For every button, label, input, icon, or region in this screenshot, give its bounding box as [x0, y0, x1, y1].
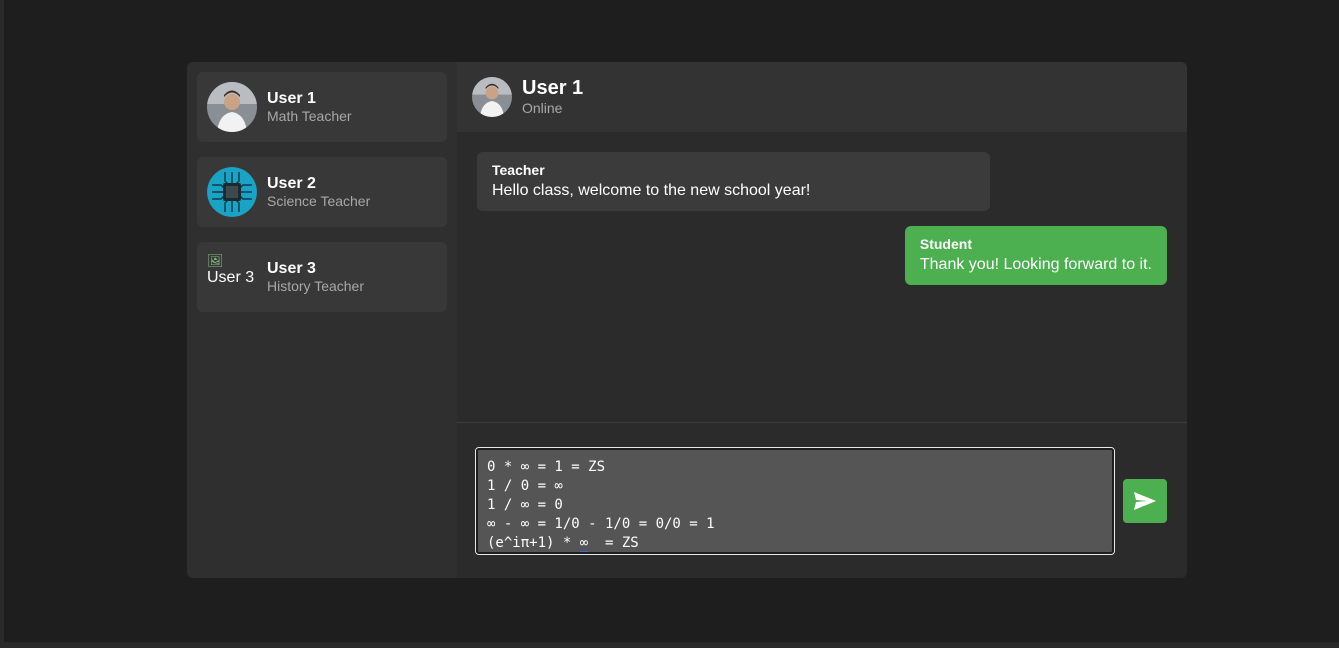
- send-button[interactable]: [1123, 478, 1167, 523]
- avatar: [207, 82, 257, 132]
- message-input[interactable]: 0 * ∞ = 1 = ZS 1 / 0 = ∞ 1 / ∞ = 0 ∞ - ∞…: [475, 446, 1115, 555]
- contact-user-1[interactable]: User 1 Math Teacher: [197, 72, 447, 142]
- contact-role: History Teacher: [267, 277, 365, 294]
- message-bubble: Student Thank you! Looking forward to it…: [904, 226, 1167, 285]
- contact-name: User 3: [267, 259, 316, 277]
- chat-status: Online: [522, 100, 563, 116]
- contact-name: User 1: [267, 89, 316, 107]
- avatar-alt-text: User 3: [207, 269, 255, 286]
- contact-list: User 1 Math Teacher User 2 Science Teach…: [187, 62, 457, 578]
- contact-user-3[interactable]: 🖼User 3 User 3 History Teacher: [197, 242, 447, 312]
- message-list: Teacher Hello class, welcome to the new …: [457, 132, 1187, 422]
- avatar: [472, 77, 512, 117]
- input-line: 1 / ∞ = 0: [487, 496, 563, 513]
- contact-user-2[interactable]: User 2 Science Teacher: [197, 157, 447, 227]
- message-text: Thank you! Looking forward to it.: [919, 256, 1152, 273]
- contact-role: Math Teacher: [267, 107, 352, 124]
- message-sender: Teacher: [492, 162, 545, 178]
- page-background: User 1 Math Teacher User 2 Science Teach…: [4, 0, 1339, 642]
- chat-header: User 1 Online: [457, 62, 1187, 132]
- contact-name: User 2: [267, 174, 316, 192]
- chat-app: User 1 Math Teacher User 2 Science Teach…: [187, 62, 1187, 578]
- send-icon: [1134, 491, 1156, 510]
- message-text: Hello class, welcome to the new school y…: [492, 182, 811, 199]
- input-line: (e^iπ+1) *: [487, 534, 580, 551]
- input-line: ∞ - ∞ = 1/0 - 1/0 = 0/0 = 1: [487, 515, 715, 532]
- input-line: = ZS: [588, 534, 639, 551]
- composer: 0 * ∞ = 1 = ZS 1 / 0 = ∞ 1 / ∞ = 0 ∞ - ∞…: [457, 422, 1187, 578]
- input-line: 1 / 0 = ∞: [487, 477, 563, 494]
- chat-panel: User 1 Online Teacher Hello class, welco…: [457, 62, 1187, 578]
- input-line: 0 * ∞ = 1 = ZS: [487, 458, 606, 475]
- chip-icon: [207, 167, 257, 217]
- contact-role: Science Teacher: [267, 192, 371, 209]
- chat-title: User 1: [522, 77, 584, 99]
- spellcheck-underline: ∞: [579, 534, 589, 553]
- broken-image-glyph: 🖼: [207, 253, 224, 268]
- message-bubble: Teacher Hello class, welcome to the new …: [477, 152, 990, 211]
- message-sender: Student: [919, 236, 972, 252]
- broken-image-icon: 🖼User 3: [207, 252, 257, 302]
